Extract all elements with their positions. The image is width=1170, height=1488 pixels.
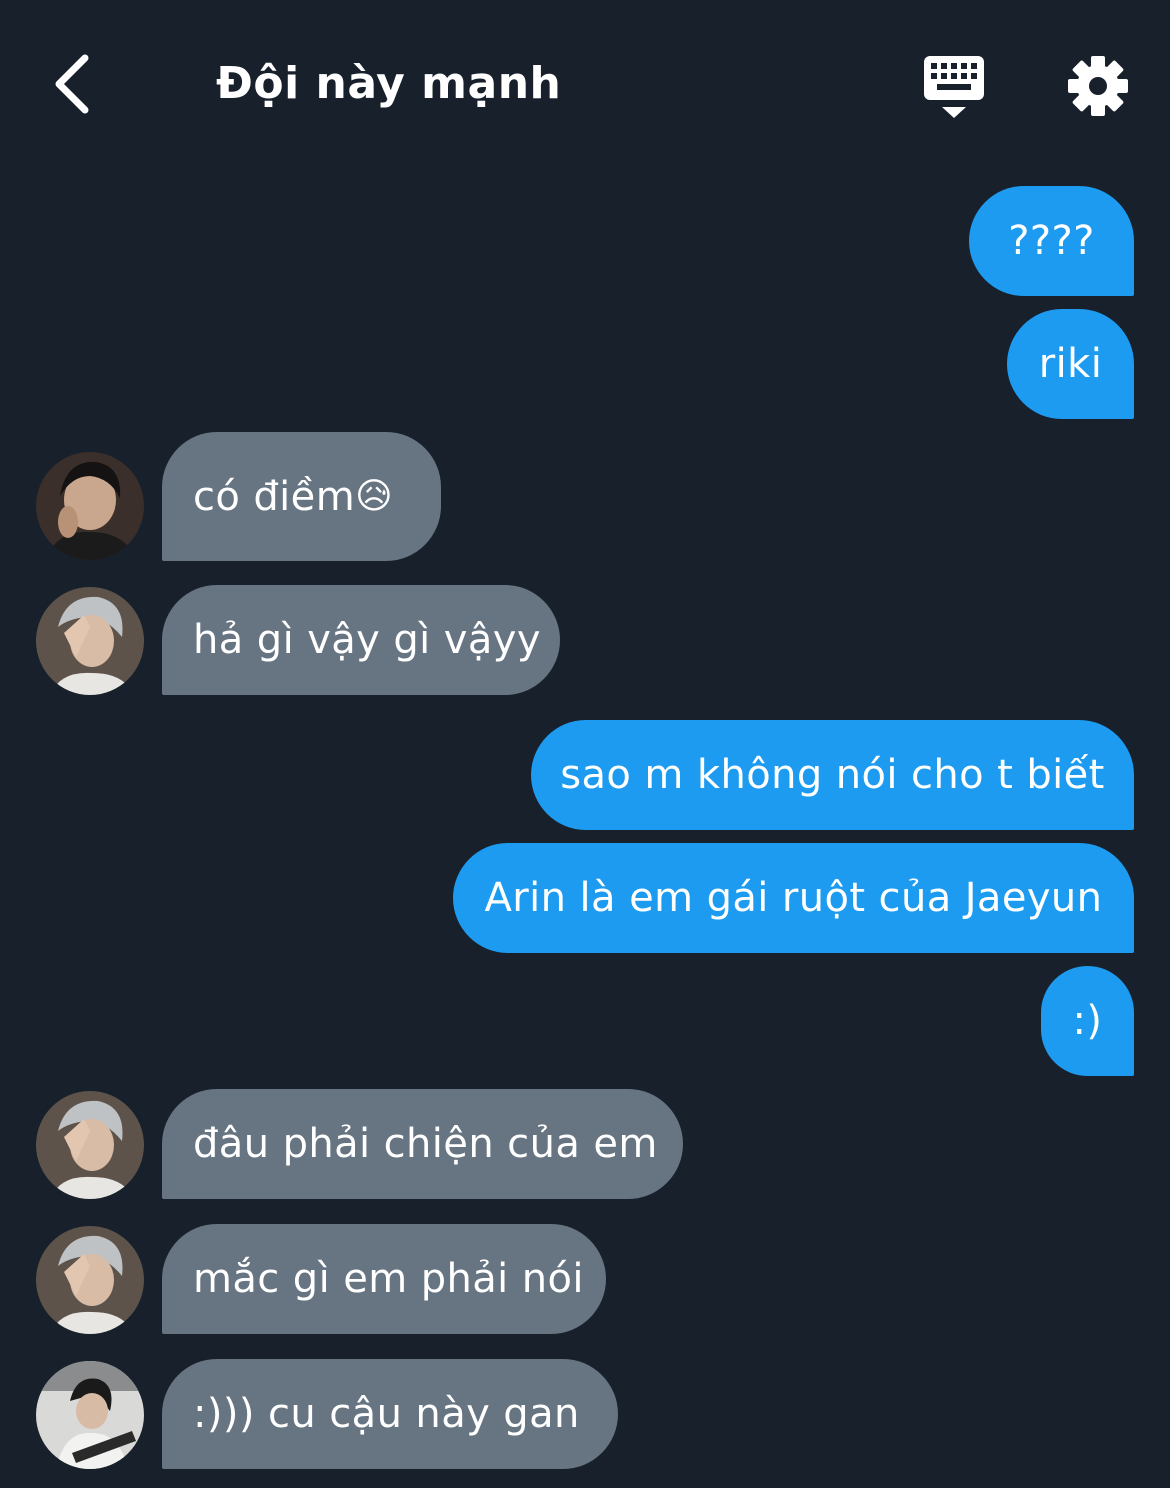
- avatar[interactable]: [36, 1361, 144, 1469]
- keyboard-button[interactable]: [918, 50, 990, 122]
- gear-icon: [1068, 56, 1128, 116]
- message-text: :): [1072, 998, 1103, 1044]
- chat-header: Đội này mạnh: [0, 0, 1170, 170]
- incoming-message[interactable]: hả gì vậy gì vậyy: [162, 585, 560, 695]
- settings-button[interactable]: [1062, 50, 1134, 122]
- chevron-left-icon: [55, 54, 89, 114]
- incoming-message[interactable]: có điềm 😥: [162, 432, 441, 561]
- keyboard-icon: [924, 56, 984, 118]
- back-button[interactable]: [36, 48, 106, 120]
- incoming-message[interactable]: mắc gì em phải nói: [162, 1224, 606, 1334]
- message-text: :))) cu cậu này gan: [193, 1391, 580, 1437]
- outgoing-message[interactable]: :): [1041, 966, 1134, 1076]
- emoji: 😥: [355, 475, 393, 517]
- outgoing-message[interactable]: sao m không nói cho t biết: [531, 720, 1134, 830]
- outgoing-message[interactable]: riki: [1007, 309, 1134, 419]
- message-text: mắc gì em phải nói: [193, 1256, 584, 1302]
- message-text: đâu phải chiện của em: [193, 1121, 658, 1167]
- avatar[interactable]: [36, 1091, 144, 1199]
- avatar[interactable]: [36, 452, 144, 560]
- outgoing-message[interactable]: ????: [969, 186, 1134, 296]
- incoming-message[interactable]: :))) cu cậu này gan: [162, 1359, 618, 1469]
- message-text: hả gì vậy gì vậyy: [193, 617, 541, 663]
- outgoing-message[interactable]: Arin là em gái ruột của Jaeyun: [453, 843, 1134, 953]
- message-text: ????: [1008, 218, 1095, 264]
- avatar[interactable]: [36, 1226, 144, 1334]
- message-text: có điềm: [193, 473, 356, 520]
- incoming-message[interactable]: đâu phải chiện của em: [162, 1089, 683, 1199]
- avatar[interactable]: [36, 587, 144, 695]
- message-text: sao m không nói cho t biết: [560, 752, 1105, 798]
- conversation-title: Đội này mạnh: [216, 58, 562, 109]
- message-text: riki: [1038, 341, 1103, 387]
- message-text: Arin là em gái ruột của Jaeyun: [484, 875, 1103, 921]
